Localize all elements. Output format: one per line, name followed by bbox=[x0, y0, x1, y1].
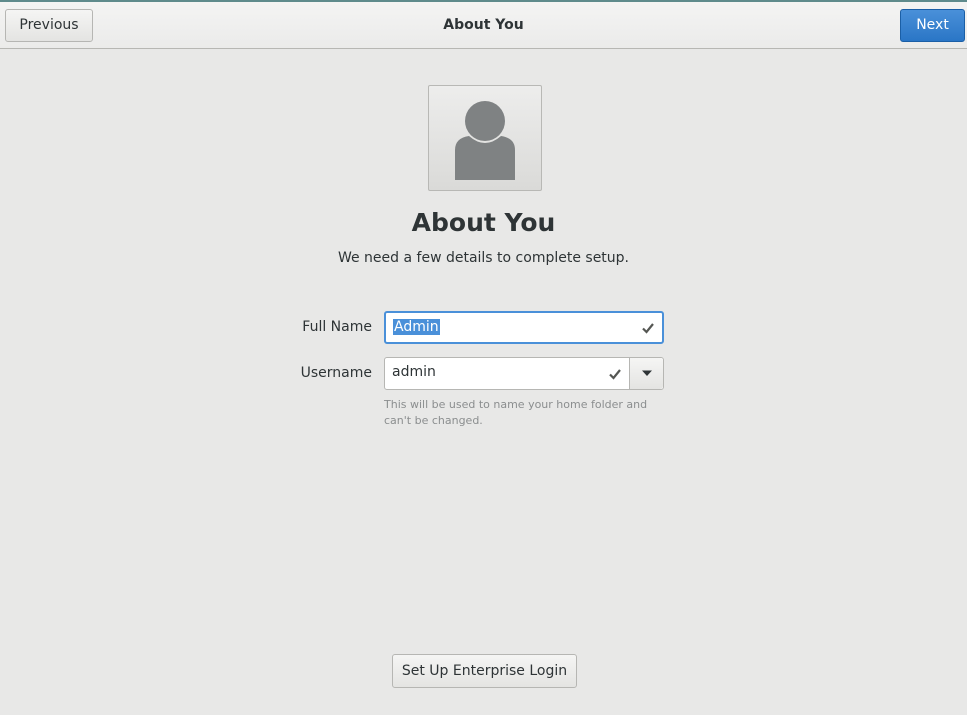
check-icon bbox=[642, 323, 654, 334]
avatar-button[interactable] bbox=[428, 85, 542, 191]
user-avatar-icon bbox=[455, 101, 515, 180]
username-label: Username bbox=[300, 365, 372, 381]
username-dropdown-button[interactable] bbox=[629, 358, 663, 389]
full-name-field[interactable]: Admin bbox=[384, 311, 664, 344]
page-title: About You bbox=[411, 208, 556, 237]
enterprise-login-button[interactable]: Set Up Enterprise Login bbox=[392, 654, 577, 688]
page-subtitle: We need a few details to complete setup. bbox=[337, 250, 630, 266]
header-title: About You bbox=[443, 17, 524, 33]
header-bar: About You Previous Next bbox=[0, 2, 967, 49]
username-hint: This will be used to name your home fold… bbox=[384, 398, 648, 427]
username-combo[interactable]: admin bbox=[384, 357, 664, 390]
username-value: admin bbox=[392, 364, 436, 380]
previous-button[interactable]: Previous bbox=[5, 9, 93, 42]
check-icon bbox=[609, 369, 621, 380]
full-name-value: Admin bbox=[393, 319, 440, 335]
next-button[interactable]: Next bbox=[900, 9, 965, 42]
full-name-label: Full Name bbox=[302, 319, 372, 335]
chevron-down-icon bbox=[642, 370, 652, 376]
